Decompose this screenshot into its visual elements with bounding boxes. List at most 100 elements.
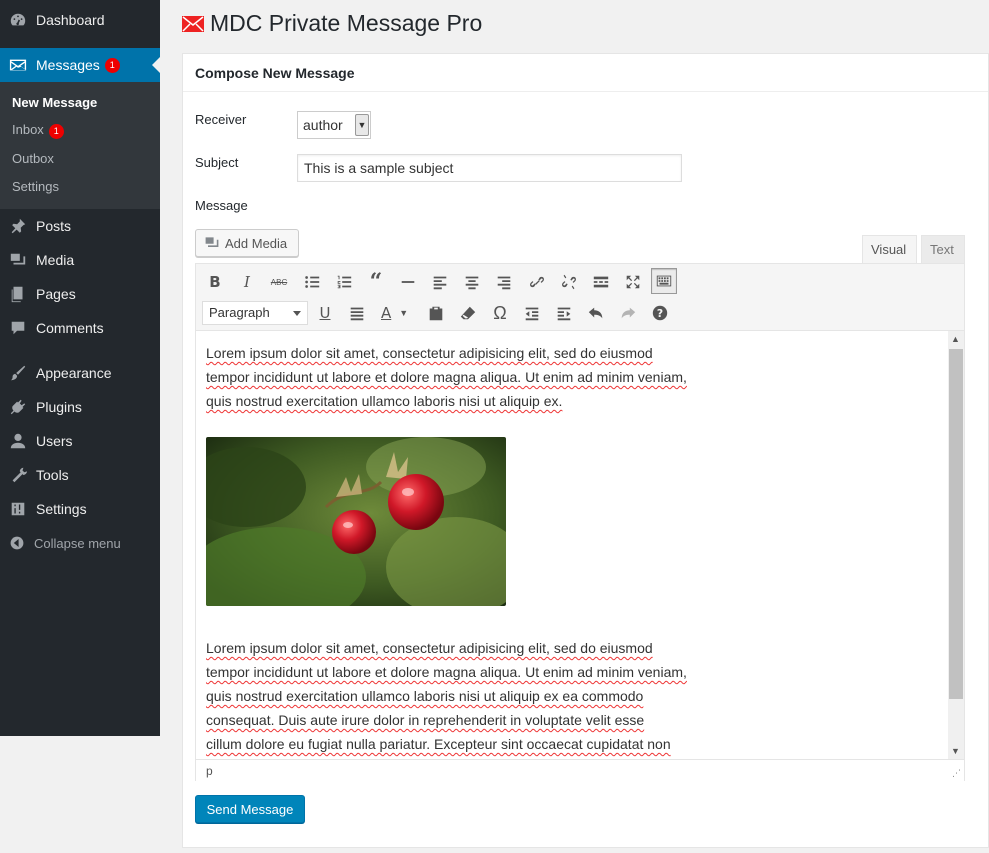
submenu-outbox[interactable]: Outbox xyxy=(12,151,54,166)
menu-appearance[interactable]: Appearance xyxy=(0,356,160,390)
receiver-select[interactable]: author ▼ xyxy=(297,111,371,139)
menu-label: Dashboard xyxy=(36,12,105,28)
editor-scrollbar[interactable]: ▲ ▼ xyxy=(948,331,964,759)
blockquote-icon[interactable]: “ xyxy=(363,269,389,295)
paste-text-icon[interactable] xyxy=(423,300,449,326)
format-select[interactable]: Paragraph xyxy=(202,301,308,325)
fullscreen-icon[interactable] xyxy=(620,269,646,295)
collapse-label: Collapse menu xyxy=(34,535,121,551)
element-path[interactable]: p xyxy=(206,764,213,778)
collapse-menu-button[interactable]: Collapse menu xyxy=(0,530,160,556)
scrollbar-thumb[interactable] xyxy=(949,349,963,699)
subject-input[interactable] xyxy=(297,154,682,182)
omega-icon[interactable]: Ω xyxy=(487,300,513,326)
align-left-icon[interactable] xyxy=(427,269,453,295)
message-label: Message xyxy=(195,198,248,213)
add-media-button[interactable]: Add Media xyxy=(195,229,299,257)
outdent-icon[interactable] xyxy=(519,300,545,326)
admin-sidebar: Dashboard Messages 1 New Message Inbox 1 … xyxy=(0,0,160,736)
text-color-icon[interactable]: A ▼ xyxy=(377,300,417,326)
tab-visual[interactable]: Visual xyxy=(862,235,917,264)
underline-icon[interactable]: U xyxy=(312,300,338,326)
link-icon[interactable] xyxy=(524,269,550,295)
page-title-text: MDC Private Message Pro xyxy=(210,10,483,36)
page-title: MDC Private Message Pro xyxy=(182,10,482,37)
editor-content[interactable]: Lorem ipsum dolor sit amet, consectetur … xyxy=(196,331,948,759)
text-line: quis nostrud exercitation ullamco labori… xyxy=(206,688,644,704)
menu-label: Settings xyxy=(36,501,87,517)
menu-posts[interactable]: Posts xyxy=(0,209,160,243)
receiver-value: author xyxy=(303,117,343,133)
resize-handle-icon[interactable]: ⋰ xyxy=(952,768,961,779)
submenu-label: Inbox xyxy=(12,122,44,137)
compose-heading: Compose New Message xyxy=(183,54,988,92)
berries-image[interactable] xyxy=(206,437,506,606)
bold-icon[interactable]: B xyxy=(202,269,228,295)
media-icon xyxy=(205,237,219,247)
text-line: cillum dolore eu fugiat nulla pariatur. … xyxy=(206,736,671,752)
scroll-down-icon[interactable]: ▼ xyxy=(951,746,960,756)
read-more-icon[interactable] xyxy=(588,269,614,295)
menu-media[interactable]: Media xyxy=(0,243,160,277)
menu-comments[interactable]: Comments xyxy=(0,311,160,345)
envelope-icon xyxy=(182,15,204,32)
pages-icon xyxy=(0,285,36,303)
message-editor: B I ABC “ Paragraph U A ▼ Ω ? Lorem ipsu… xyxy=(195,263,965,781)
add-media-label: Add Media xyxy=(225,235,288,251)
horizontal-line-icon[interactable] xyxy=(395,269,421,295)
chevron-down-icon: ▼ xyxy=(355,114,369,136)
strikethrough-icon[interactable]: ABC xyxy=(266,269,292,295)
send-message-button[interactable]: Send Message xyxy=(195,795,305,823)
menu-settings[interactable]: Settings xyxy=(0,492,160,526)
menu-label: Media xyxy=(36,252,75,268)
eraser-icon[interactable] xyxy=(455,300,481,326)
toolbar-toggle-icon[interactable] xyxy=(651,268,677,294)
menu-label: Appearance xyxy=(36,365,112,381)
pin-icon xyxy=(0,217,36,235)
receiver-label: Receiver xyxy=(195,112,247,127)
numbered-list-icon[interactable] xyxy=(331,269,357,295)
comment-icon xyxy=(0,319,36,337)
brush-icon xyxy=(0,364,36,382)
settings-sliders-icon xyxy=(0,500,36,518)
text-line: tempor incididunt ut labore et dolore ma… xyxy=(206,369,687,385)
envelope-icon xyxy=(0,56,36,74)
menu-messages[interactable]: Messages 1 xyxy=(0,48,160,82)
menu-users[interactable]: Users xyxy=(0,424,160,458)
redo-icon[interactable] xyxy=(615,300,641,326)
menu-pages[interactable]: Pages xyxy=(0,277,160,311)
submenu-settings[interactable]: Settings xyxy=(12,179,59,194)
inbox-count-badge: 1 xyxy=(48,124,64,139)
paragraph-2: Lorem ipsum dolor sit amet, consectetur … xyxy=(206,636,938,756)
scroll-up-icon[interactable]: ▲ xyxy=(951,334,960,344)
messages-count-badge: 1 xyxy=(104,57,120,73)
media-icon xyxy=(0,251,36,269)
menu-dashboard[interactable]: Dashboard xyxy=(0,3,160,37)
current-arrow xyxy=(152,57,160,73)
help-icon[interactable]: ? xyxy=(647,300,673,326)
italic-icon[interactable]: I xyxy=(234,269,260,295)
text-line: consequat. Duis aute irure dolor in repr… xyxy=(206,712,645,728)
align-right-icon[interactable] xyxy=(491,269,517,295)
align-center-icon[interactable] xyxy=(459,269,485,295)
unlink-icon[interactable] xyxy=(556,269,582,295)
menu-label: Tools xyxy=(36,467,69,483)
undo-icon[interactable] xyxy=(583,300,609,326)
menu-plugins[interactable]: Plugins xyxy=(0,390,160,424)
menu-label: Users xyxy=(36,433,73,449)
submenu-new-message[interactable]: New Message xyxy=(12,95,97,110)
messages-submenu: New Message Inbox 1 Outbox Settings xyxy=(0,82,160,209)
menu-tools[interactable]: Tools xyxy=(0,458,160,492)
collapse-arrow-icon xyxy=(0,535,34,551)
indent-icon[interactable] xyxy=(551,300,577,326)
bullet-list-icon[interactable] xyxy=(299,269,325,295)
editor-toolbar: B I ABC “ Paragraph U A ▼ Ω ? xyxy=(196,264,964,331)
compose-box: Compose New Message Receiver author ▼ Su… xyxy=(182,53,989,848)
justify-icon[interactable] xyxy=(344,300,370,326)
menu-label: Posts xyxy=(36,218,72,234)
submenu-inbox[interactable]: Inbox 1 xyxy=(12,122,64,139)
dashboard-icon xyxy=(0,11,36,29)
text-line: Lorem ipsum dolor sit amet, consectetur … xyxy=(206,345,653,361)
tab-text[interactable]: Text xyxy=(921,235,965,264)
svg-text:?: ? xyxy=(657,307,663,320)
